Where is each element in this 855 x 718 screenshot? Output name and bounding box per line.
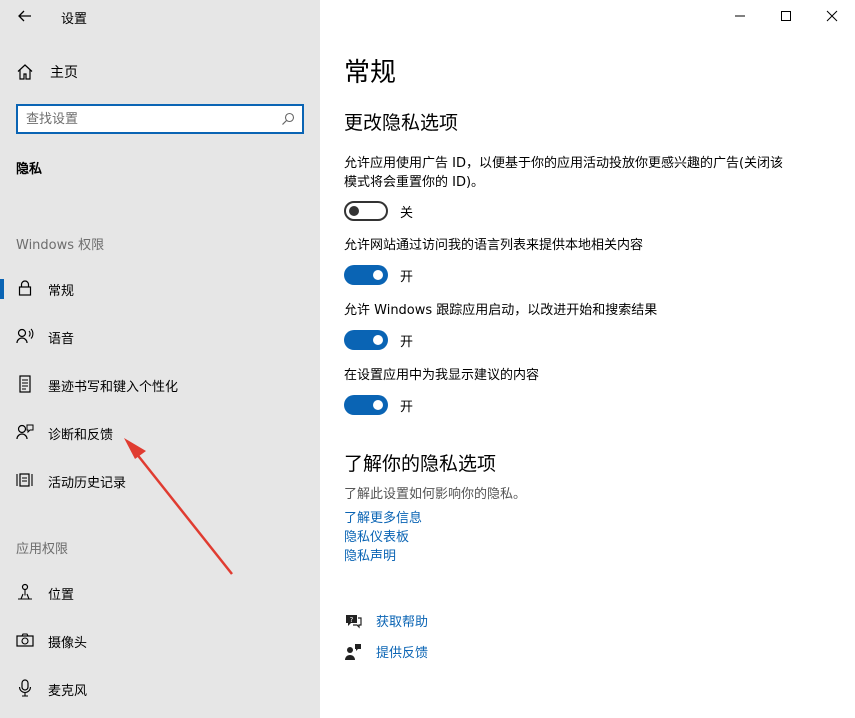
toggle-knob	[349, 206, 359, 216]
get-help-label: 获取帮助	[376, 615, 429, 630]
window-title: 设置	[61, 12, 88, 27]
sidebar-item-label: 位置	[48, 588, 75, 603]
toggle-switch-ad-id[interactable]	[344, 201, 388, 221]
maximize-icon	[781, 11, 791, 21]
search-icon[interactable]	[281, 112, 295, 126]
sidebar-item-microphone[interactable]: 麦克风	[0, 668, 320, 708]
main-content: 常规 更改隐私选项 允许应用使用广告 ID，以便基于你的应用活动投放你更感兴趣的…	[320, 0, 855, 718]
group-header-windows-permissions: Windows 权限	[16, 238, 105, 253]
sidebar-item-label: 麦克风	[48, 684, 88, 699]
location-icon	[16, 583, 34, 601]
setting-description-language-list: 允许网站通过访问我的语言列表来提供本地相关内容	[344, 238, 644, 253]
sidebar-item-inking[interactable]: 墨迹书写和键入个性化	[0, 364, 320, 404]
sidebar-item-label: 诊断和反馈	[48, 428, 114, 443]
give-feedback-link[interactable]: 提供反馈	[344, 642, 428, 661]
sidebar-item-location[interactable]: 位置	[0, 572, 320, 612]
link-privacy-statement[interactable]: 隐私声明	[344, 545, 396, 564]
active-indicator	[0, 279, 4, 299]
back-button[interactable]	[13, 5, 37, 27]
toggle-state-label: 开	[400, 334, 414, 350]
section-title-privacy-options: 更改隐私选项	[344, 112, 459, 134]
section-title-learn-privacy: 了解你的隐私选项	[344, 453, 497, 475]
toggle-row-language-list: 开	[344, 265, 413, 285]
maximize-button[interactable]	[763, 0, 809, 32]
give-feedback-label: 提供反馈	[376, 646, 429, 661]
section-title-privacy: 隐私	[16, 162, 43, 177]
sidebar-item-label: 语音	[48, 332, 75, 347]
speech-icon	[16, 327, 34, 345]
sidebar-item-label: 摄像头	[48, 636, 88, 651]
help-chat-icon: ?	[346, 614, 362, 628]
close-button[interactable]	[809, 0, 855, 32]
toggle-switch-app-launch-tracking[interactable]	[344, 330, 388, 350]
sidebar-item-label: 常规	[48, 284, 75, 299]
minimize-button[interactable]	[717, 0, 763, 32]
toggle-row-suggested-content: 开	[344, 395, 413, 415]
sidebar-item-label: 墨迹书写和键入个性化	[48, 380, 179, 395]
home-nav-item[interactable]: 主页	[16, 62, 78, 82]
link-privacy-dashboard[interactable]: 隐私仪表板	[344, 526, 409, 545]
sidebar-item-diagnostics[interactable]: 诊断和反馈	[0, 412, 320, 452]
minimize-icon	[735, 15, 745, 17]
feedback-icon	[345, 643, 361, 660]
lock-icon	[16, 279, 34, 297]
group-header-app-permissions: 应用权限	[16, 542, 69, 557]
toggle-knob	[373, 270, 383, 280]
toggle-switch-language-list[interactable]	[344, 265, 388, 285]
get-help-link[interactable]: ? 获取帮助	[344, 611, 428, 630]
activity-history-icon	[16, 471, 34, 489]
home-icon	[17, 64, 33, 80]
toggle-knob	[373, 400, 383, 410]
sidebar-item-speech[interactable]: 语音	[0, 316, 320, 356]
camera-icon	[16, 631, 34, 649]
toggle-state-label: 开	[400, 269, 414, 285]
back-arrow-icon	[18, 10, 31, 22]
sidebar-item-general[interactable]: 常规	[0, 268, 320, 308]
toggle-row-ad-id: 关	[344, 201, 413, 221]
feedback-person-icon	[16, 423, 34, 441]
setting-description-ad-id: 允许应用使用广告 ID，以便基于你的应用活动投放你更感兴趣的广告(关闭该模式将会…	[344, 156, 784, 190]
link-learn-more[interactable]: 了解更多信息	[344, 507, 422, 526]
search-input[interactable]	[26, 110, 266, 128]
learn-privacy-description: 了解此设置如何影响你的隐私。	[344, 487, 527, 502]
close-icon	[826, 10, 838, 22]
search-box[interactable]	[16, 104, 304, 134]
inking-icon	[16, 375, 34, 393]
setting-description-suggested-content: 在设置应用中为我显示建议的内容	[344, 368, 540, 383]
toggle-state-label: 关	[400, 205, 414, 221]
toggle-knob	[373, 335, 383, 345]
svg-text:?: ?	[350, 616, 354, 624]
toggle-row-app-launch-tracking: 开	[344, 330, 413, 350]
sidebar-item-label: 活动历史记录	[48, 476, 127, 491]
sidebar-item-camera[interactable]: 摄像头	[0, 620, 320, 660]
page-title: 常规	[344, 58, 397, 88]
sidebar: 设置 主页 隐私 Windows 权限 常规 语音 墨迹书写和键入个性化 诊断和…	[0, 0, 320, 718]
toggle-state-label: 开	[400, 399, 414, 415]
setting-description-app-launch-tracking: 允许 Windows 跟踪应用启动，以改进开始和搜索结果	[344, 303, 658, 318]
toggle-switch-suggested-content[interactable]	[344, 395, 388, 415]
home-label: 主页	[50, 65, 78, 81]
sidebar-item-activity-history[interactable]: 活动历史记录	[0, 460, 320, 500]
microphone-icon	[16, 679, 34, 697]
